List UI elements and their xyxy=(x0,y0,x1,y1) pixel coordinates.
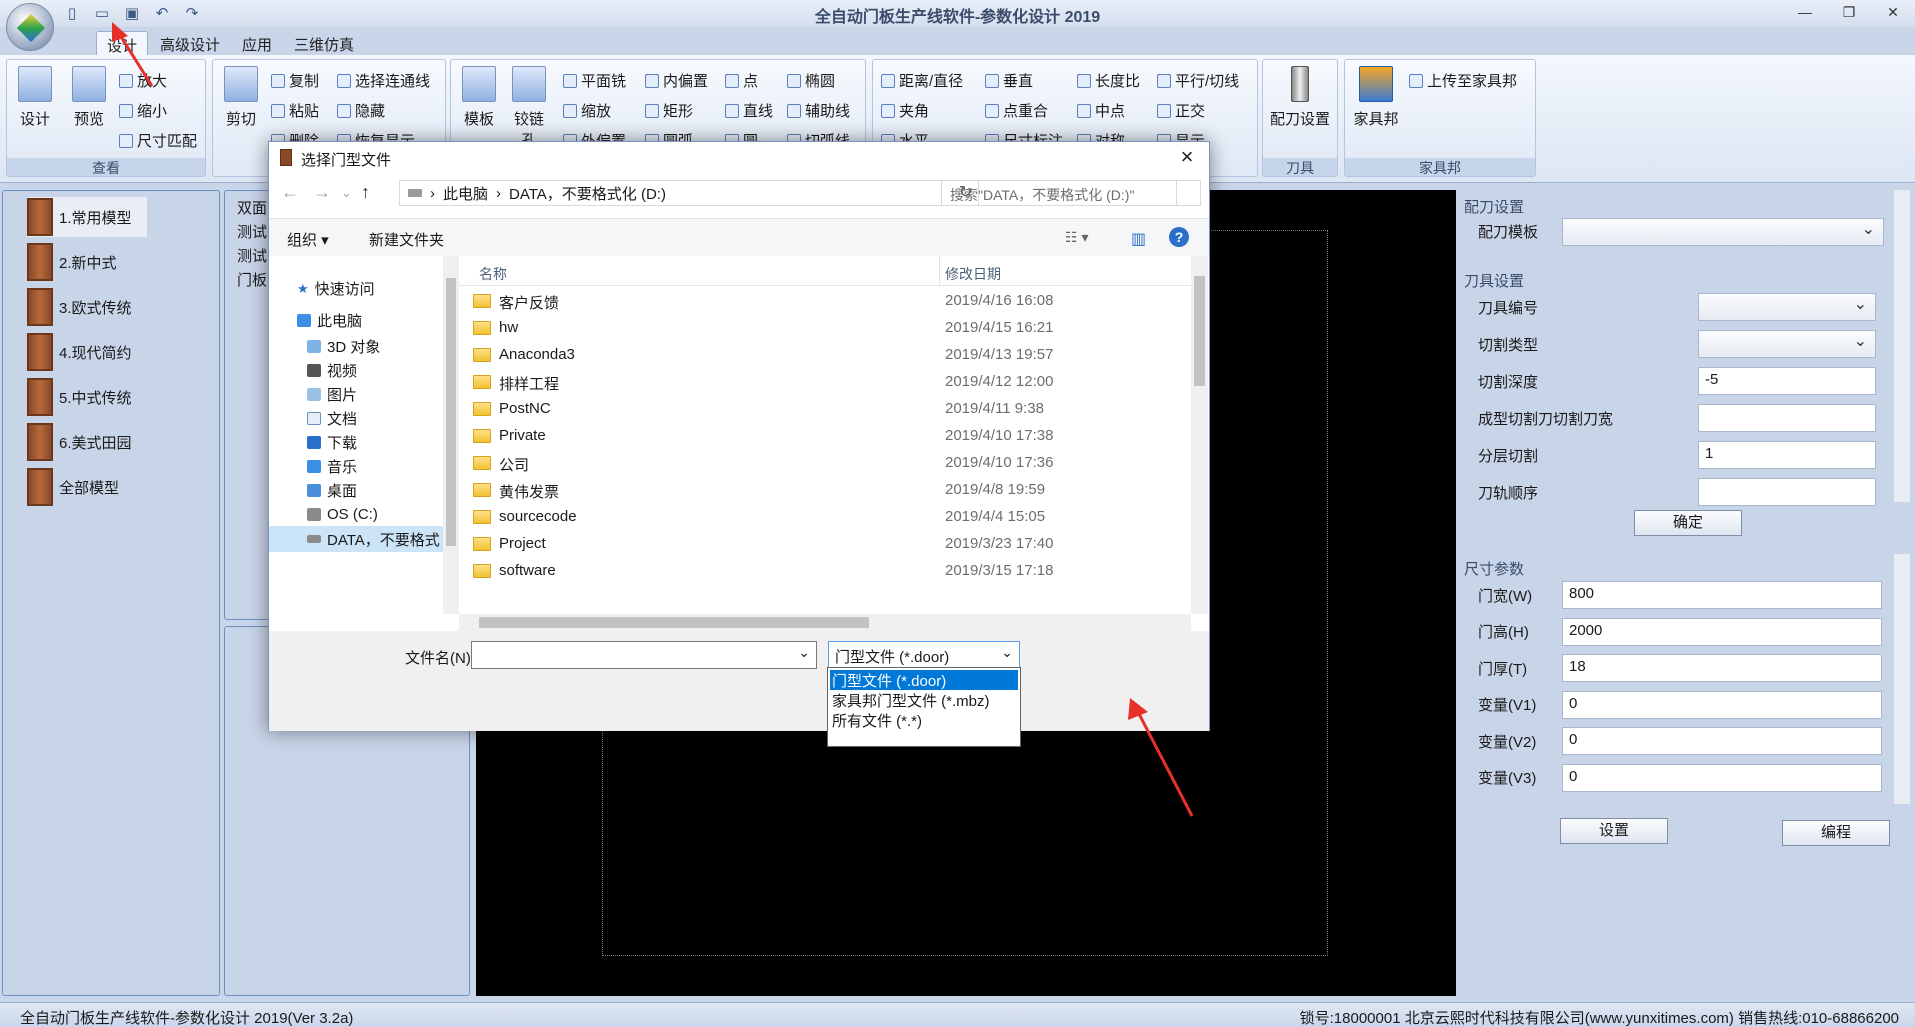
annotation-arrows xyxy=(112,22,1194,817)
annotation-arrow-bottom xyxy=(1128,698,1194,817)
annotation-arrow-top xyxy=(112,22,154,87)
